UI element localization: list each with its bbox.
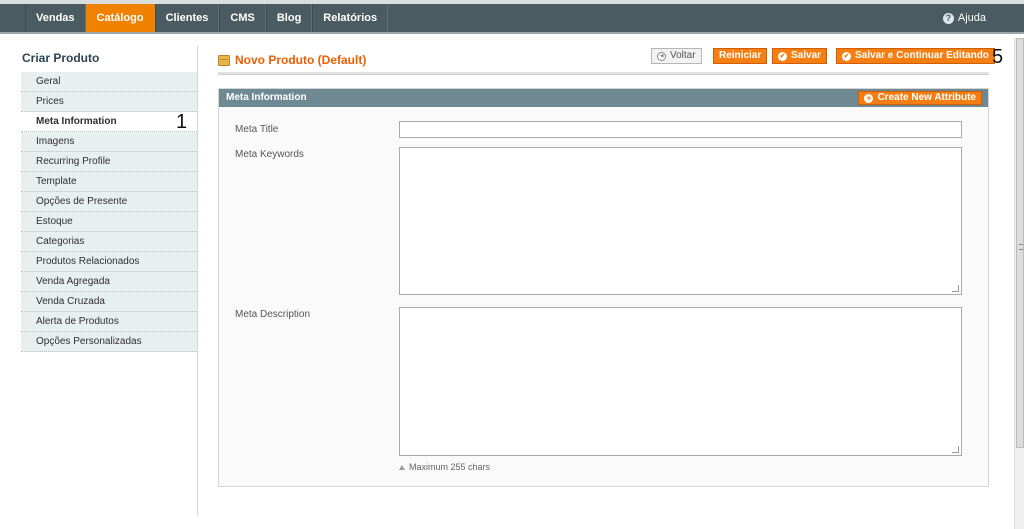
back-arrow-icon: ◀ bbox=[657, 51, 666, 61]
nav-clientes[interactable]: Clientes bbox=[154, 4, 220, 32]
tab-opcoes-personalizadas[interactable]: Opções Personalizadas bbox=[21, 332, 197, 352]
save-continue-button-label: Salvar e Continuar Editando bbox=[855, 50, 989, 61]
help-link[interactable]: ? Ajuda bbox=[942, 12, 986, 24]
scrollbar-thumb[interactable] bbox=[1016, 38, 1024, 448]
tab-produtos-relacionados[interactable]: Produtos Relacionados bbox=[21, 252, 197, 272]
annotation-1: 1 bbox=[176, 111, 188, 133]
tab-estoque[interactable]: Estoque bbox=[21, 212, 197, 232]
page-scrollbar[interactable] bbox=[1014, 38, 1024, 529]
meta-description-textarea[interactable] bbox=[399, 307, 962, 456]
reset-button-label: Reiniciar bbox=[719, 50, 762, 61]
top-navigation: Vendas Catálogo Clientes CMS Blog Relató… bbox=[0, 0, 1024, 34]
plus-icon: + bbox=[864, 92, 874, 103]
create-attribute-label: Create New Attribute bbox=[877, 92, 976, 103]
title-divider bbox=[218, 72, 989, 75]
tab-imagens[interactable]: Imagens bbox=[21, 132, 197, 152]
meta-title-input[interactable] bbox=[399, 121, 962, 138]
sidebar-title: Criar Produto bbox=[22, 51, 100, 65]
page-title: Novo Produto (Default) bbox=[218, 53, 366, 67]
save-continue-button[interactable]: ✔ Salvar e Continuar Editando bbox=[836, 48, 995, 64]
page-title-text: Novo Produto (Default) bbox=[235, 53, 367, 67]
create-attribute-button[interactable]: + Create New Attribute bbox=[858, 91, 982, 105]
tab-venda-cruzada[interactable]: Venda Cruzada bbox=[21, 292, 197, 312]
tab-recurring-profile[interactable]: Recurring Profile bbox=[21, 152, 197, 172]
back-button[interactable]: ◀ Voltar bbox=[651, 48, 702, 64]
nav-catalogo[interactable]: Catálogo bbox=[85, 4, 155, 32]
fieldset-header: Meta Information + Create New Attribute bbox=[219, 89, 988, 107]
save-button[interactable]: ✔ Salvar bbox=[772, 48, 828, 64]
help-icon: ? bbox=[942, 12, 954, 24]
check-icon: ✔ bbox=[778, 51, 787, 61]
tab-template[interactable]: Template bbox=[21, 172, 197, 192]
product-box-icon bbox=[218, 54, 230, 66]
sidebar-tabs: Geral Prices Meta Information Imagens Re… bbox=[21, 72, 197, 352]
fieldset-title: Meta Information bbox=[226, 92, 307, 103]
tab-opcoes-de-presente[interactable]: Opções de Presente bbox=[21, 192, 197, 212]
back-button-label: Voltar bbox=[670, 50, 696, 61]
check-icon: ✔ bbox=[842, 51, 851, 61]
main-menu: Vendas Catálogo Clientes CMS Blog Relató… bbox=[25, 4, 389, 32]
sidebar-divider bbox=[197, 46, 198, 516]
nav-vendas[interactable]: Vendas bbox=[25, 4, 86, 32]
save-button-label: Salvar bbox=[791, 50, 822, 61]
tab-meta-information[interactable]: Meta Information bbox=[21, 112, 197, 132]
meta-keywords-textarea[interactable] bbox=[399, 147, 962, 295]
tab-geral[interactable]: Geral bbox=[21, 72, 197, 92]
scrollbar-grip-icon bbox=[1019, 244, 1023, 250]
tab-alerta-de-produtos[interactable]: Alerta de Produtos bbox=[21, 312, 197, 332]
tab-categorias[interactable]: Categorias bbox=[21, 232, 197, 252]
tab-venda-agregada[interactable]: Venda Agregada bbox=[21, 272, 197, 292]
meta-description-label: Meta Description bbox=[235, 309, 311, 320]
reset-button[interactable]: Reiniciar bbox=[713, 48, 768, 64]
meta-title-label: Meta Title bbox=[235, 124, 279, 135]
help-label: Ajuda bbox=[957, 12, 986, 24]
meta-information-fieldset: Meta Information + Create New Attribute … bbox=[218, 88, 989, 487]
max-chars-note: Maximum 255 chars bbox=[399, 462, 490, 472]
nav-cms[interactable]: CMS bbox=[219, 4, 266, 32]
tab-prices[interactable]: Prices bbox=[21, 92, 197, 112]
nav-relatorios[interactable]: Relatórios bbox=[312, 4, 389, 32]
meta-keywords-label: Meta Keywords bbox=[235, 149, 304, 160]
note-text: Maximum 255 chars bbox=[409, 462, 491, 472]
nav-blog[interactable]: Blog bbox=[265, 4, 313, 32]
note-arrow-icon bbox=[399, 464, 405, 470]
annotation-5: 5 bbox=[992, 46, 1004, 68]
